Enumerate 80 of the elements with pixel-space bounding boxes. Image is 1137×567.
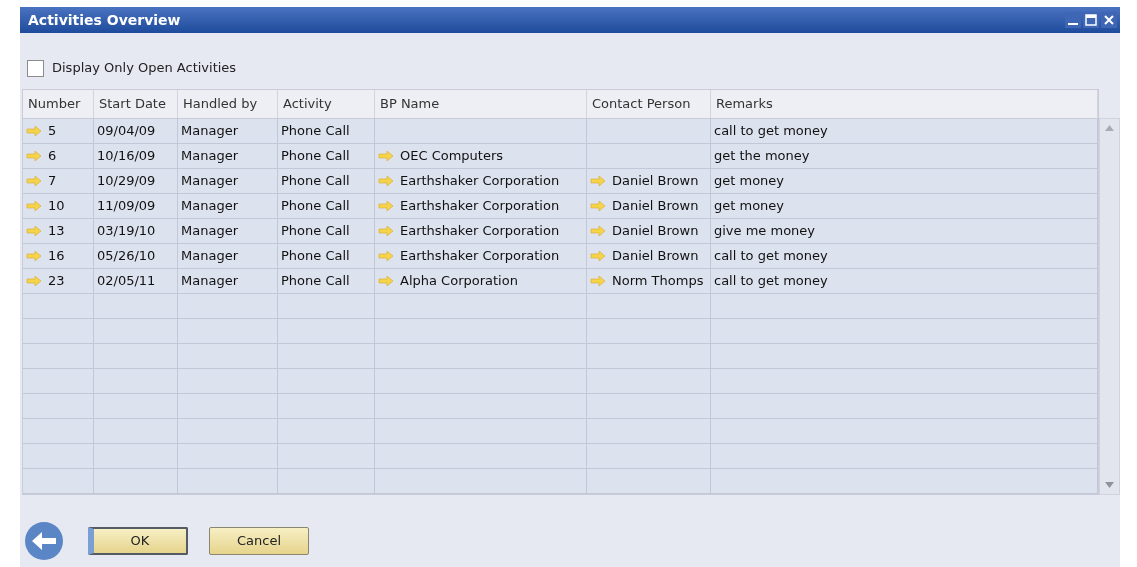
- checkbox[interactable]: [27, 59, 44, 77]
- close-icon[interactable]: [1101, 12, 1117, 28]
- link-arrow-icon[interactable]: [590, 276, 606, 286]
- table-cell-text: Manager: [181, 272, 238, 291]
- table-cell-text: Manager: [181, 197, 238, 216]
- column-header[interactable]: Activity: [278, 90, 375, 118]
- link-arrow-icon[interactable]: [378, 251, 394, 261]
- link-arrow-icon[interactable]: [26, 276, 42, 286]
- table-cell-text: get money: [714, 197, 785, 216]
- link-arrow-icon[interactable]: [26, 151, 42, 161]
- link-arrow-icon[interactable]: [26, 251, 42, 261]
- table-cell-text: 02/05/11: [97, 272, 156, 291]
- table-cell-text: call to get money: [714, 272, 828, 291]
- link-arrow-icon[interactable]: [378, 276, 394, 286]
- link-arrow-icon[interactable]: [26, 201, 42, 211]
- scroll-down-icon[interactable]: [1105, 482, 1114, 488]
- table-cell-text: 13: [48, 222, 65, 241]
- table-cell-text: 09/04/09: [97, 122, 156, 141]
- table-cell-text: Phone Call: [281, 247, 350, 266]
- link-arrow-icon[interactable]: [378, 201, 394, 211]
- link-arrow-icon[interactable]: [590, 201, 606, 211]
- link-arrow-icon[interactable]: [26, 176, 42, 186]
- table-cell-text: Earthshaker Corporation: [400, 197, 560, 216]
- dialog-button[interactable]: Cancel: [209, 527, 309, 555]
- table-cell-text: 10/29/09: [97, 172, 156, 191]
- table-cell-text: Phone Call: [281, 147, 350, 166]
- link-arrow-icon[interactable]: [26, 226, 42, 236]
- table-cell-text: Earthshaker Corporation: [400, 247, 560, 266]
- link-arrow-icon[interactable]: [26, 126, 42, 136]
- link-arrow-icon[interactable]: [590, 176, 606, 186]
- table-cell-text: call to get money: [714, 247, 828, 266]
- column-header[interactable]: Handled by: [178, 90, 278, 118]
- table-cell-text: OEC Computers: [400, 147, 504, 166]
- table-cell-text: 5: [48, 122, 57, 141]
- table-cell-text: Daniel Brown: [612, 197, 699, 216]
- scroll-up-icon[interactable]: [1105, 125, 1114, 131]
- checkbox-label: Display Only Open Activities: [52, 59, 237, 78]
- table-cell-text: 16: [48, 247, 65, 266]
- link-arrow-icon[interactable]: [590, 226, 606, 236]
- table-cell-text: Phone Call: [281, 272, 350, 291]
- table-cell-text: Daniel Brown: [612, 172, 699, 191]
- table-cell-text: Phone Call: [281, 222, 350, 241]
- table-cell-text: 6: [48, 147, 57, 166]
- window-title: Activities Overview: [28, 10, 181, 30]
- table-cell-text: call to get money: [714, 122, 828, 141]
- table-cell-text: Manager: [181, 172, 238, 191]
- table-cell-text: give me money: [714, 222, 816, 241]
- dialog-button[interactable]: OK: [88, 527, 188, 555]
- table-cell-text: Alpha Corporation: [400, 272, 518, 291]
- table-cell-text: 05/26/10: [97, 247, 156, 266]
- table-cell-text: get the money: [714, 147, 810, 166]
- table-cell-text: Manager: [181, 147, 238, 166]
- link-arrow-icon[interactable]: [378, 176, 394, 186]
- table-cell-text: 03/19/10: [97, 222, 156, 241]
- table-cell-text: Manager: [181, 222, 238, 241]
- column-header[interactable]: Start Date: [94, 90, 178, 118]
- maximize-icon[interactable]: [1083, 12, 1099, 28]
- column-header[interactable]: Remarks: [711, 90, 1098, 118]
- link-arrow-icon[interactable]: [590, 251, 606, 261]
- table-cell-text: 10: [48, 197, 65, 216]
- table-cell-text: Phone Call: [281, 197, 350, 216]
- column-header[interactable]: Contact Person: [587, 90, 711, 118]
- table-cell-text: Manager: [181, 122, 238, 141]
- link-arrow-icon[interactable]: [378, 226, 394, 236]
- table-cell-text: Earthshaker Corporation: [400, 172, 560, 191]
- table-cell-text: Daniel Brown: [612, 222, 699, 241]
- link-arrow-icon[interactable]: [378, 151, 394, 161]
- table-cell-text: Earthshaker Corporation: [400, 222, 560, 241]
- table-cell-text: 23: [48, 272, 65, 291]
- table-cell-text: Norm Thomps: [612, 272, 704, 291]
- table-cell-text: 10/16/09: [97, 147, 156, 166]
- table-cell-text: Phone Call: [281, 172, 350, 191]
- column-header[interactable]: Number: [23, 90, 94, 118]
- table-cell-text: 11/09/09: [97, 197, 156, 216]
- table-cell-text: get money: [714, 172, 785, 191]
- table-cell-text: Daniel Brown: [612, 247, 699, 266]
- table-cell-text: Manager: [181, 247, 238, 266]
- table-cell-text: Phone Call: [281, 122, 350, 141]
- table-cell-text: 7: [48, 172, 57, 191]
- column-header[interactable]: BP Name: [375, 90, 587, 118]
